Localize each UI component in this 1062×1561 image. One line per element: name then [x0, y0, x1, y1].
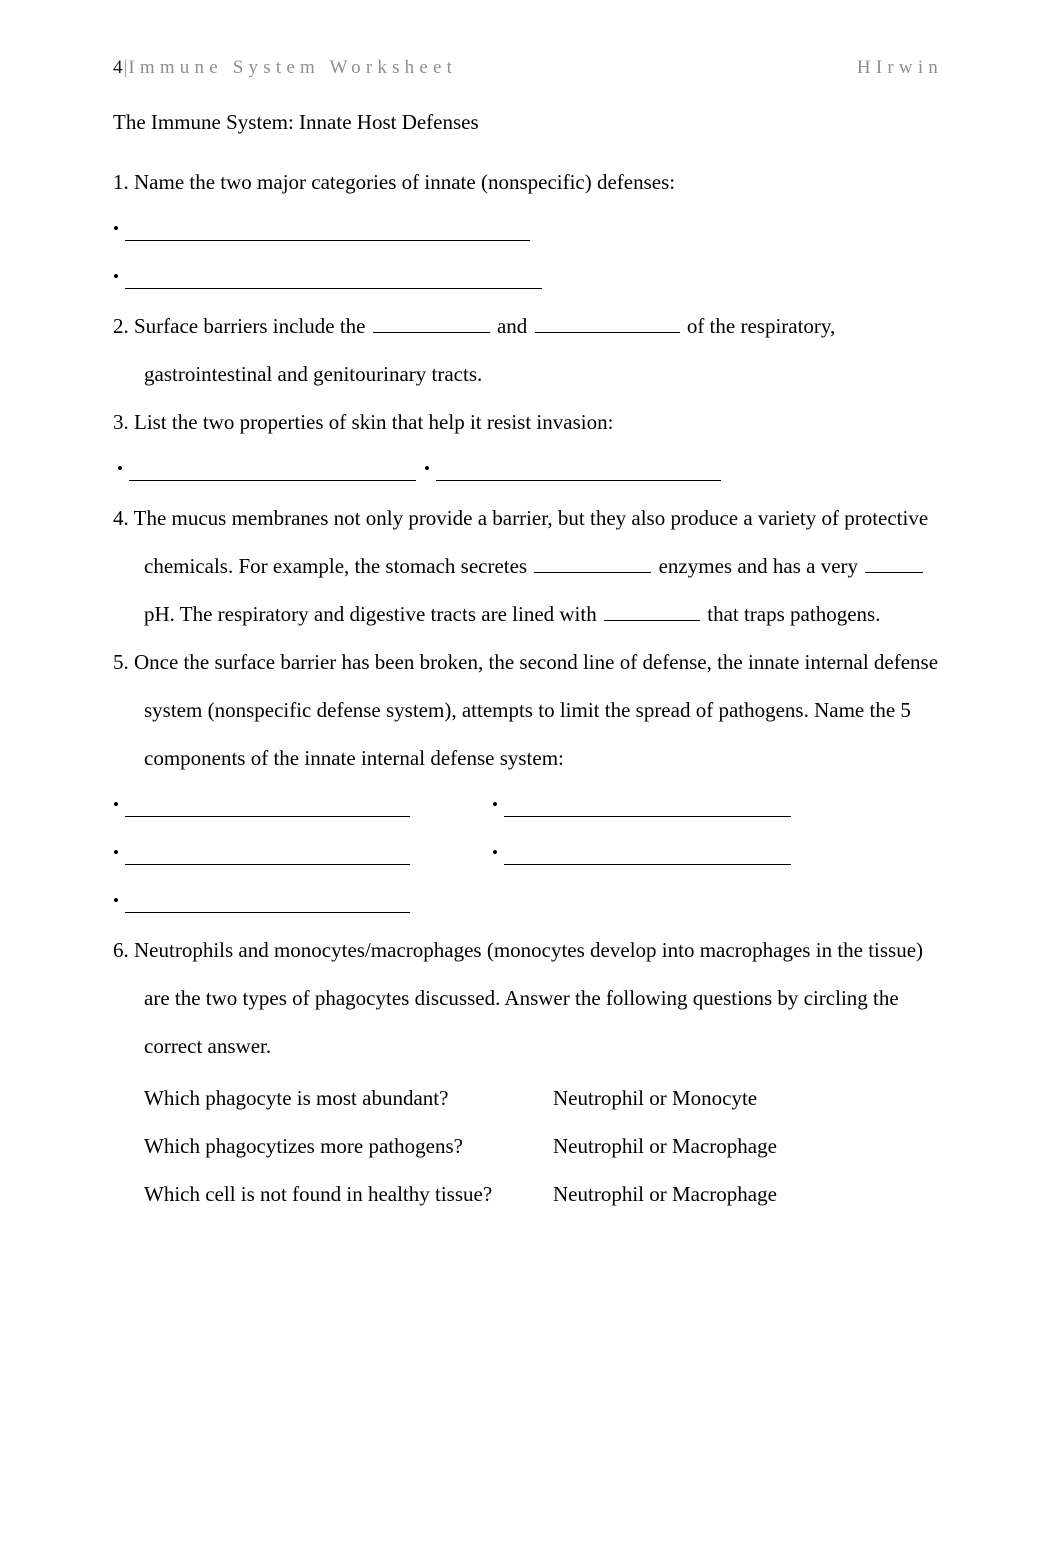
bullet-row: •: [113, 254, 943, 302]
answer-blank-1b[interactable]: •: [113, 254, 542, 302]
question-6-line-1: 6. Neutrophils and monocytes/macrophages…: [113, 938, 924, 962]
question-2-text-b: and: [496, 314, 528, 338]
header-page-number: 4: [113, 57, 123, 78]
question-5-answer-bullets: • • • • •: [113, 782, 943, 926]
circle-answer-row: Which phagocyte is most abundant? Neutro…: [113, 1074, 943, 1122]
question-4-text-d: that traps pathogens.: [707, 602, 881, 626]
circle-options-1[interactable]: Neutrophil or Monocyte: [553, 1074, 757, 1122]
bullet-row: • •: [113, 782, 943, 830]
question-3-answer-bullets: • •: [113, 446, 943, 494]
worksheet-page: 4|Immune System Worksheet HIrwin The Imm…: [0, 0, 1062, 1561]
page-content: 4|Immune System Worksheet HIrwin The Imm…: [113, 0, 943, 1218]
write-in-rule[interactable]: [504, 796, 791, 817]
inline-blank[interactable]: [534, 315, 680, 333]
question-4-text-a: chemicals. For example, the stomach secr…: [144, 554, 528, 578]
bullet-icon: •: [492, 842, 498, 862]
circle-answer-row: Which cell is not found in healthy tissu…: [113, 1170, 943, 1218]
write-in-rule[interactable]: [436, 460, 721, 481]
write-in-rule[interactable]: [125, 892, 410, 913]
write-in-rule[interactable]: [129, 460, 416, 481]
answer-blank-5a[interactable]: •: [113, 782, 410, 830]
answer-blank-5e[interactable]: •: [113, 878, 410, 926]
bullet-icon: •: [113, 266, 119, 286]
question-4-line-2: chemicals. For example, the stomach secr…: [113, 542, 943, 590]
header-author: HIrwin: [856, 57, 943, 78]
question-1-answer-bullets: • •: [113, 206, 943, 302]
answer-blank-5b[interactable]: •: [492, 782, 791, 830]
question-2-line-2: gastrointestinal and genitourinary tract…: [144, 362, 483, 386]
bullet-icon: •: [113, 794, 119, 814]
answer-blank-1a[interactable]: •: [113, 206, 530, 254]
circle-answer-row: Which phagocytizes more pathogens? Neutr…: [113, 1122, 943, 1170]
circle-answer-table: Which phagocyte is most abundant? Neutro…: [113, 1074, 943, 1218]
page-title: The Immune System: Innate Host Defenses: [113, 110, 479, 134]
answer-blank-5c[interactable]: •: [113, 830, 410, 878]
circle-question-2: Which phagocytizes more pathogens?: [144, 1134, 463, 1158]
write-in-rule[interactable]: [125, 220, 530, 241]
bullet-icon: •: [113, 218, 119, 238]
question-2-line-1: 2. Surface barriers include the and of t…: [113, 302, 943, 350]
circle-question-3: Which cell is not found in healthy tissu…: [144, 1182, 493, 1206]
bullet-icon: •: [424, 458, 430, 478]
inline-blank[interactable]: [865, 555, 924, 573]
question-5-line-2: system (nonspecific defense system), att…: [144, 698, 911, 722]
answer-blank-3a[interactable]: •: [117, 446, 416, 494]
question-2-text-c: of the respiratory,: [686, 314, 836, 338]
running-header: 4|Immune System Worksheet HIrwin: [113, 58, 943, 110]
bullet-icon: •: [113, 842, 119, 862]
question-6-line-2: are the two types of phagocytes discusse…: [144, 986, 899, 1010]
question-5: 5. Once the surface barrier has been bro…: [113, 638, 943, 782]
question-3: 3. List the two properties of skin that …: [113, 398, 943, 446]
question-5-line-1: 5. Once the surface barrier has been bro…: [113, 650, 939, 674]
question-2-text-a: 2. Surface barriers include the: [113, 314, 366, 338]
question-2: 2. Surface barriers include the and of t…: [113, 302, 943, 398]
question-6-line-3: correct answer.: [144, 1034, 272, 1058]
bullet-row: •: [113, 206, 943, 254]
inline-blank[interactable]: [603, 603, 700, 621]
question-1-text: 1. Name the two major categories of inna…: [113, 170, 676, 194]
bullet-row: •: [113, 878, 943, 926]
bullet-row: • •: [113, 446, 943, 494]
circle-question-1: Which phagocyte is most abundant?: [144, 1086, 449, 1110]
question-4-line-1: 4. The mucus membranes not only provide …: [113, 506, 929, 530]
write-in-rule[interactable]: [125, 796, 410, 817]
inline-blank[interactable]: [534, 555, 652, 573]
question-4-text-b: enzymes and has a very: [658, 554, 859, 578]
bullet-icon: •: [113, 890, 119, 910]
bullet-icon: •: [117, 458, 123, 478]
question-4-text-c: pH. The respiratory and digestive tracts…: [144, 602, 597, 626]
circle-options-3[interactable]: Neutrophil or Macrophage: [553, 1170, 777, 1218]
question-1: 1. Name the two major categories of inna…: [113, 158, 943, 206]
inline-blank[interactable]: [372, 315, 490, 333]
answer-blank-3b[interactable]: •: [424, 446, 721, 494]
write-in-rule[interactable]: [125, 268, 542, 289]
write-in-rule[interactable]: [125, 844, 410, 865]
question-4: 4. The mucus membranes not only provide …: [113, 494, 943, 638]
circle-options-2[interactable]: Neutrophil or Macrophage: [553, 1122, 777, 1170]
write-in-rule[interactable]: [504, 844, 791, 865]
question-6: 6. Neutrophils and monocytes/macrophages…: [113, 926, 943, 1070]
answer-blank-5d[interactable]: •: [492, 830, 791, 878]
header-left-group: 4|Immune System Worksheet: [113, 58, 457, 78]
bullet-icon: •: [492, 794, 498, 814]
question-5-line-3: components of the innate internal defens…: [144, 746, 564, 770]
header-document-title: Immune System Worksheet: [128, 57, 458, 78]
question-3-text: 3. List the two properties of skin that …: [113, 410, 614, 434]
question-4-line-3: pH. The respiratory and digestive tracts…: [113, 590, 943, 638]
bullet-row: • •: [113, 830, 943, 878]
